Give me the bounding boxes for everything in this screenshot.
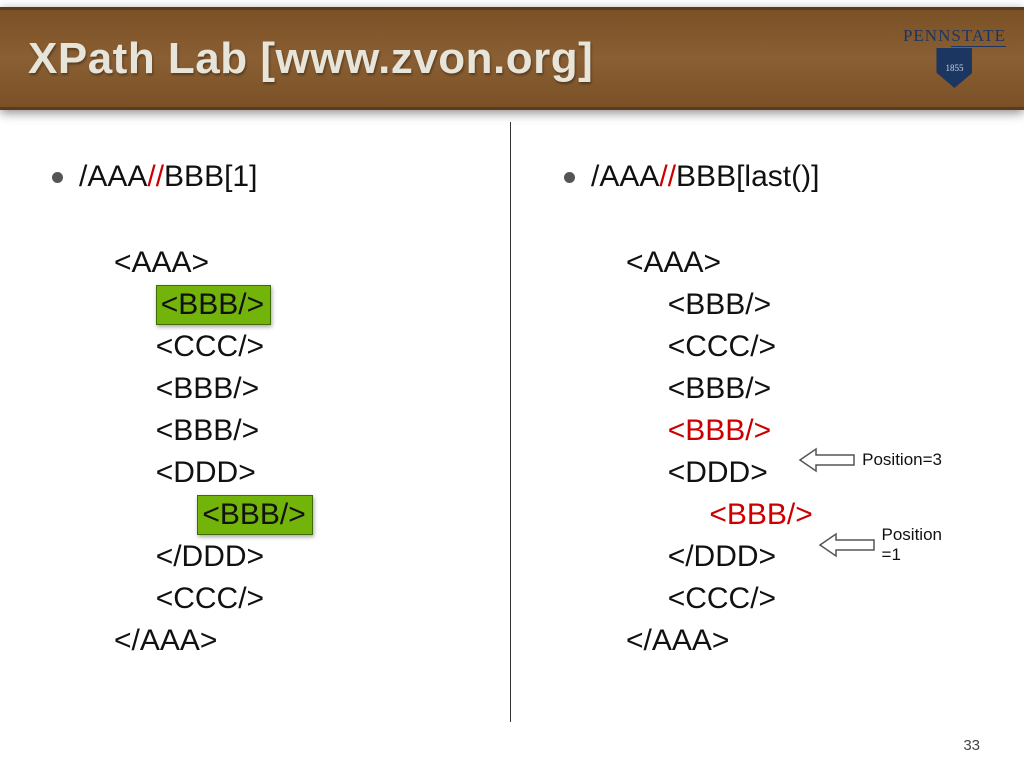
callout-text: Position=3 [862,450,942,470]
highlight-box: <BBB/> [156,285,271,325]
xml-line: </AAA> [626,620,1002,662]
logo-state: STATE [951,26,1006,47]
bullet-icon [52,172,63,183]
xpath-seg-bbb: BBB[1] [164,160,257,193]
shield-icon: 1855 [936,48,972,88]
slide: XPath Lab [www.zvon.org] PENNSTATE 1855 … [0,0,1024,768]
bullet-icon [564,172,575,183]
xpath-expression-left: /AAA//BBB[1] [79,160,257,194]
xpath-seg-aaa: /AAA [79,160,147,193]
callout-text: Position =1 [882,525,942,564]
xml-line: <CCC/> [114,326,490,368]
xpath-seg-slashslash: // [147,160,164,193]
xml-line: </DDD> [114,536,490,578]
right-column: /AAA//BBB[last()] <AAA> <BBB/> <CCC/> <B… [512,140,1024,768]
bullet-row-right: /AAA//BBB[last()] [564,160,1002,194]
xml-line: <BBB/> [114,410,490,452]
left-column: /AAA//BBB[1] <AAA> <BBB/> <CCC/> <BBB/> … [0,140,512,768]
xml-line: <DDD> [114,452,490,494]
pennstate-logo: PENNSTATE 1855 [903,26,1006,88]
xml-line: <BBB/> [114,494,490,536]
xml-line: <BBB/> [626,494,1002,536]
xml-line: <CCC/> [114,578,490,620]
xpath-seg-slashslash: // [659,160,676,193]
xml-line: </DDD> [626,536,1002,578]
callout-arrow-2: Position =1 [818,525,942,564]
xml-highlight-red: <BBB/> [668,414,771,447]
xml-line: <BBB/> [626,284,1002,326]
callout-arrow-1: Position=3 [798,445,942,475]
slide-title: XPath Lab [www.zvon.org] [28,34,593,84]
xml-block-left: <AAA> <BBB/> <CCC/> <BBB/> <BBB/> <DDD> … [114,242,490,662]
page-number: 33 [963,737,980,754]
shield-year: 1855 [945,63,963,73]
xpath-expression-right: /AAA//BBB[last()] [591,160,819,194]
arrow-left-icon [818,530,876,560]
xml-line: </AAA> [114,620,490,662]
xml-highlight-red: <BBB/> [709,498,812,531]
xpath-seg-aaa: /AAA [591,160,659,193]
xml-line: <AAA> [626,242,1002,284]
xml-line: <CCC/> [626,326,1002,368]
arrow-left-icon [798,445,856,475]
xml-line: <AAA> [114,242,490,284]
logo-text: PENNSTATE [903,26,1006,46]
xml-line: <BBB/> [114,368,490,410]
logo-penn: PENN [903,26,951,45]
xml-line: <BBB/> [626,368,1002,410]
xml-line: <BBB/> [114,284,490,326]
xpath-seg-bbb: BBB[last()] [676,160,819,193]
bullet-row-left: /AAA//BBB[1] [52,160,490,194]
highlight-box: <BBB/> [197,495,312,535]
title-band: XPath Lab [www.zvon.org] [0,7,1024,110]
xml-line: <CCC/> [626,578,1002,620]
